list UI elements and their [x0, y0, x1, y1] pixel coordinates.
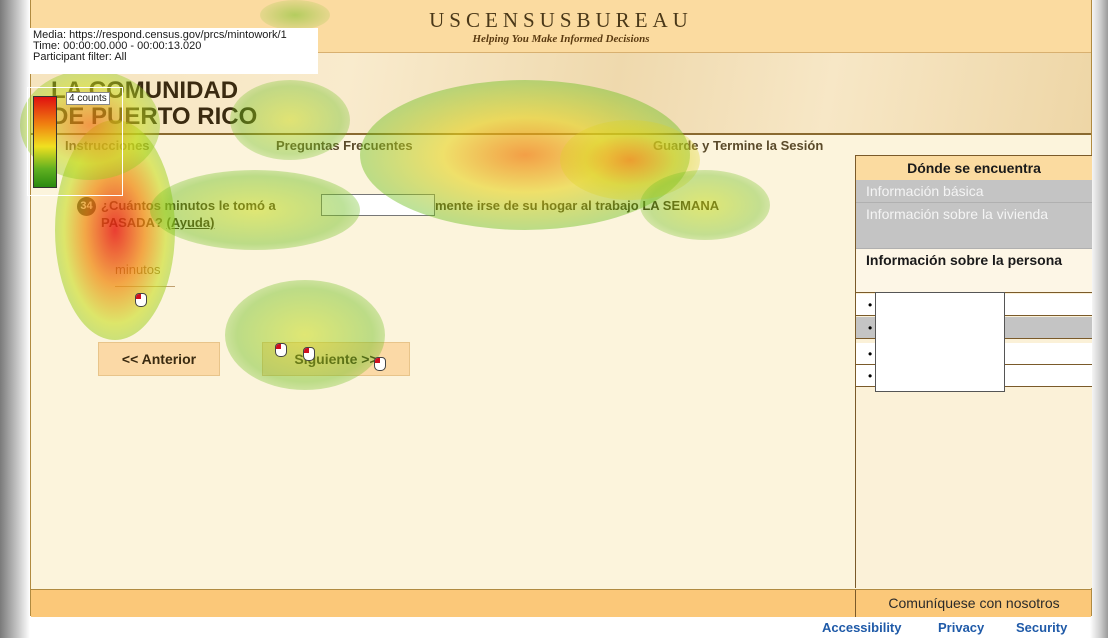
page-frame: USCENSUSBUREAU Helping You Make Informed… [30, 0, 1092, 617]
contact-link[interactable]: Comuníquese con nosotros [855, 590, 1092, 617]
heatmap-color-scale [33, 96, 57, 188]
heatmap-legend: 4 counts [27, 87, 123, 196]
heatmap-info-panel: Media: https://respond.census.gov/prcs/m… [30, 28, 318, 74]
previous-button[interactable]: << Anterior [98, 342, 220, 376]
question-text-before: ¿Cuántos minutos le tomó a [101, 198, 276, 213]
sidebar-header: Dónde se encuentra [856, 155, 1092, 181]
minutes-input-line[interactable] [115, 286, 175, 287]
click-marker-icon [275, 343, 287, 357]
question-number-badge: 34 [77, 197, 96, 216]
privacy-link[interactable]: Privacy [938, 620, 984, 635]
nav-faq[interactable]: Preguntas Frecuentes [276, 138, 413, 153]
sidebar-item-person: Información sobre la persona [856, 249, 1092, 293]
click-marker-icon [303, 347, 315, 361]
person-name-redacted-field [321, 194, 435, 216]
help-link[interactable]: (Ayuda) [167, 215, 215, 230]
minutes-label: minutos [115, 262, 161, 277]
footer-bar: Comuníquese con nosotros [31, 589, 1091, 617]
sidebar-item-housing[interactable]: Información sobre la vivienda [856, 203, 1092, 249]
top-nav: Instrucciones Preguntas Frecuentes Guard… [31, 136, 856, 156]
participant-filter-text: Participant filter: All [33, 51, 127, 63]
legend-count-label: 4 counts [66, 92, 110, 105]
agency-title: USCENSUSBUREAU [429, 8, 693, 32]
security-link[interactable]: Security [1016, 620, 1067, 635]
agency-tagline: Helping You Make Informed Decisions [472, 33, 650, 45]
nav-save-exit[interactable]: Guarde y Termine la Sesión [653, 138, 823, 153]
sidebar-item-basic-info[interactable]: Información básica [856, 180, 1092, 203]
accessibility-link[interactable]: Accessibility [822, 620, 902, 635]
redaction-box [875, 292, 1005, 392]
click-marker-icon [135, 293, 147, 307]
click-marker-icon [374, 357, 386, 371]
